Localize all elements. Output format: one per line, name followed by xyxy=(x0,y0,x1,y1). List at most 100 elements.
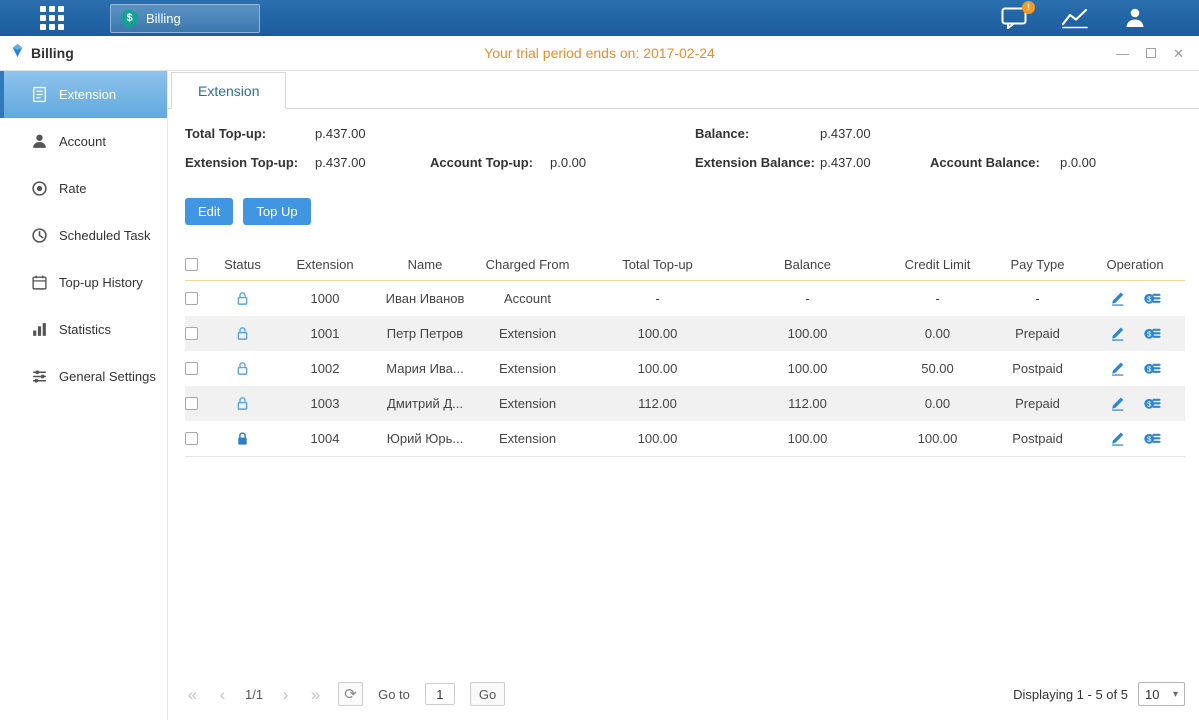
notification-badge: ! xyxy=(1022,1,1035,14)
user-account-icon[interactable] xyxy=(1123,6,1147,30)
top-up-money-icon[interactable]: $ xyxy=(1144,396,1161,411)
unlocked-icon xyxy=(235,361,250,376)
cell-name: Мария Ива... xyxy=(380,361,470,376)
cell-credit-limit: 0.00 xyxy=(885,396,990,411)
sidebar: Extension Account Rate Scheduled Task xyxy=(0,71,168,720)
top-up-money-icon[interactable]: $ xyxy=(1144,326,1161,341)
next-page-button[interactable]: › xyxy=(278,686,293,703)
billing-window: $ Billing ! Billing Your trial period en… xyxy=(0,0,1199,720)
billing-tab-label: Billing xyxy=(146,11,181,26)
displaying-text: Displaying 1 - 5 of 5 xyxy=(1013,687,1128,702)
rate-icon xyxy=(31,180,48,197)
total-topup-label: Total Top-up: xyxy=(185,126,315,141)
go-button[interactable]: Go xyxy=(470,682,505,706)
cell-extension: 1000 xyxy=(270,291,380,306)
select-all-checkbox[interactable] xyxy=(185,258,198,271)
sidebar-item-label: Scheduled Task xyxy=(59,228,151,243)
top-up-money-icon[interactable]: $ xyxy=(1144,291,1161,306)
row-checkbox[interactable] xyxy=(185,432,198,445)
row-checkbox[interactable] xyxy=(185,397,198,410)
sidebar-item-statistics[interactable]: Statistics xyxy=(0,306,167,353)
cell-charged-from: Extension xyxy=(470,396,585,411)
cell-balance: - xyxy=(730,291,885,306)
maximize-button[interactable] xyxy=(1146,48,1156,58)
row-checkbox[interactable] xyxy=(185,327,198,340)
top-up-money-icon[interactable]: $ xyxy=(1144,431,1161,446)
cell-charged-from: Extension xyxy=(470,431,585,446)
table-row: 1003 Дмитрий Д... Extension 112.00 112.0… xyxy=(185,386,1185,421)
table-row: 1001 Петр Петров Extension 100.00 100.00… xyxy=(185,316,1185,351)
edit-button[interactable]: Edit xyxy=(185,198,233,225)
header-balance: Balance xyxy=(730,257,885,272)
sidebar-item-general-settings[interactable]: General Settings xyxy=(0,353,167,400)
cell-name: Юрий Юрь... xyxy=(380,431,470,446)
cell-name: Иван Иванов xyxy=(380,291,470,306)
row-checkbox[interactable] xyxy=(185,362,198,375)
table-row: 1000 Иван Иванов Account - - - - $ xyxy=(185,281,1185,316)
sidebar-item-topup-history[interactable]: Top-up History xyxy=(0,259,167,306)
edit-icon[interactable] xyxy=(1110,291,1125,306)
svg-text:$: $ xyxy=(1147,434,1152,443)
svg-text:$: $ xyxy=(1147,329,1152,338)
first-page-button[interactable]: « xyxy=(185,686,200,703)
edit-icon[interactable] xyxy=(1110,326,1125,341)
unlocked-icon xyxy=(235,396,250,411)
cell-total-topup: - xyxy=(585,291,730,306)
statistics-icon xyxy=(31,321,48,338)
chevron-down-icon: ▾ xyxy=(1173,689,1178,700)
sidebar-item-rate[interactable]: Rate xyxy=(0,165,167,212)
scheduled-task-icon xyxy=(31,227,48,244)
account-icon xyxy=(31,133,48,150)
page-size-dropdown[interactable]: 10 ▾ xyxy=(1138,682,1185,706)
minimize-button[interactable]: — xyxy=(1116,47,1129,60)
sidebar-item-label: Top-up History xyxy=(59,275,143,290)
table-row: 1002 Мария Ива... Extension 100.00 100.0… xyxy=(185,351,1185,386)
edit-icon[interactable] xyxy=(1110,396,1125,411)
goto-page-input[interactable] xyxy=(425,683,455,705)
last-page-button[interactable]: » xyxy=(308,686,323,703)
billing-gem-icon xyxy=(10,43,25,63)
edit-icon[interactable] xyxy=(1110,431,1125,446)
balance-value: p.437.00 xyxy=(820,126,930,141)
cell-pay-type: Postpaid xyxy=(990,431,1085,446)
prev-page-button[interactable]: ‹ xyxy=(215,686,230,703)
sidebar-item-label: Account xyxy=(59,134,106,149)
header-operation: Operation xyxy=(1085,257,1185,272)
cell-extension: 1004 xyxy=(270,431,380,446)
header-name: Name xyxy=(380,257,470,272)
window-title: Billing xyxy=(31,45,74,61)
header-status: Status xyxy=(215,257,270,272)
top-up-button[interactable]: Top Up xyxy=(243,198,310,225)
dollar-icon: $ xyxy=(121,10,138,27)
cell-charged-from: Extension xyxy=(470,361,585,376)
apps-grid-icon[interactable] xyxy=(40,6,64,30)
cell-balance: 100.00 xyxy=(730,431,885,446)
tab-bar: Extension xyxy=(168,71,1199,109)
refresh-button[interactable]: ⟳ xyxy=(338,682,363,706)
sidebar-item-label: General Settings xyxy=(59,369,156,384)
extension-balance-value: p.437.00 xyxy=(820,155,930,170)
svg-text:$: $ xyxy=(1147,294,1152,303)
cell-name: Петр Петров xyxy=(380,326,470,341)
topup-history-icon xyxy=(31,274,48,291)
notifications-chat-icon[interactable]: ! xyxy=(1001,7,1027,29)
unlocked-icon xyxy=(235,291,250,306)
billing-app-tab[interactable]: $ Billing xyxy=(110,4,260,33)
extension-table: Status Extension Name Charged From Total… xyxy=(185,248,1185,457)
account-topup-value: p.0.00 xyxy=(550,155,695,170)
cell-charged-from: Extension xyxy=(470,326,585,341)
statistics-chart-icon[interactable] xyxy=(1061,7,1089,29)
cell-charged-from: Account xyxy=(470,291,585,306)
tab-extension[interactable]: Extension xyxy=(171,72,286,109)
sidebar-item-scheduled-task[interactable]: Scheduled Task xyxy=(0,212,167,259)
page-indicator: 1/1 xyxy=(245,687,263,702)
edit-icon[interactable] xyxy=(1110,361,1125,376)
sidebar-item-extension[interactable]: Extension xyxy=(0,71,167,118)
top-up-money-icon[interactable]: $ xyxy=(1144,361,1161,376)
cell-extension: 1003 xyxy=(270,396,380,411)
close-button[interactable]: ✕ xyxy=(1173,47,1184,60)
sidebar-item-label: Extension xyxy=(59,87,116,102)
row-checkbox[interactable] xyxy=(185,292,198,305)
extension-topup-value: p.437.00 xyxy=(315,155,430,170)
sidebar-item-account[interactable]: Account xyxy=(0,118,167,165)
